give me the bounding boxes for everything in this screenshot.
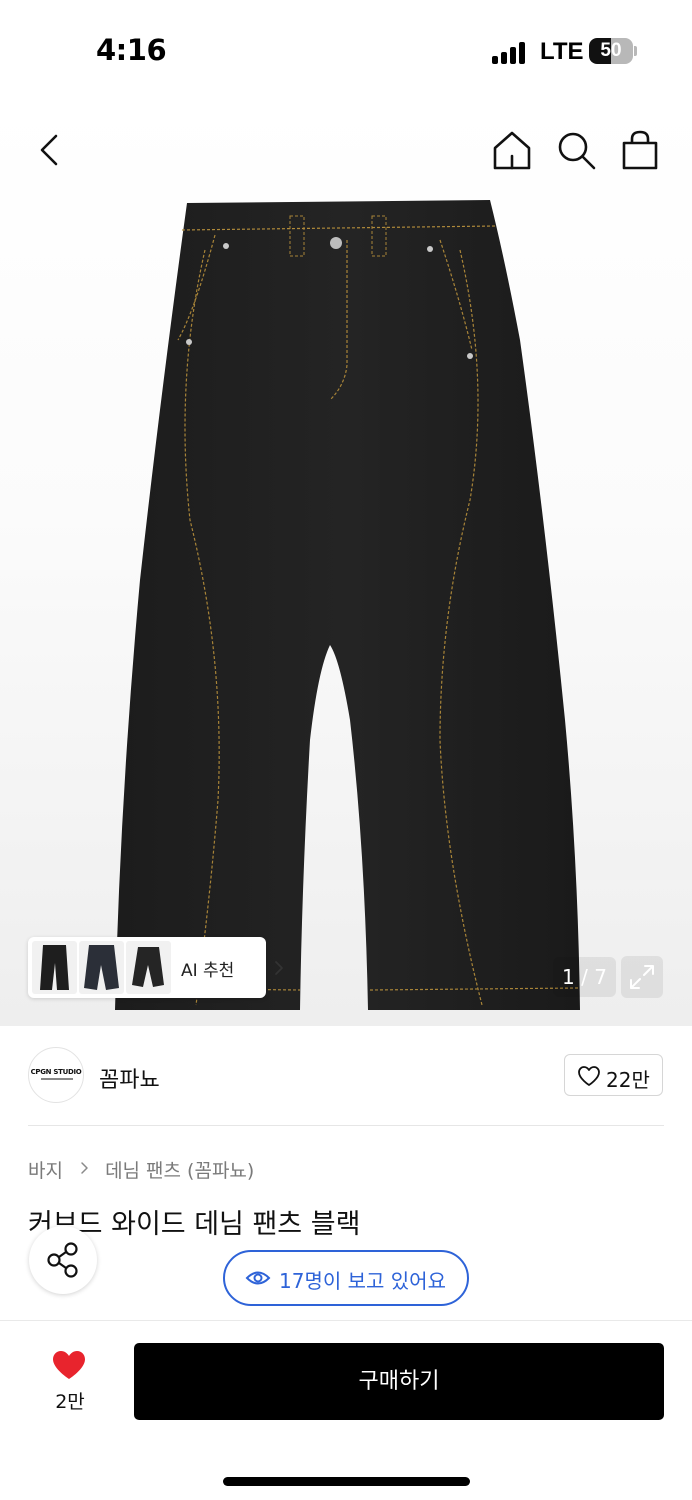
share-button[interactable] (29, 1226, 97, 1294)
shopping-bag-icon[interactable] (618, 128, 662, 172)
ai-thumbnail[interactable] (126, 941, 171, 994)
chevron-right-icon (275, 961, 283, 975)
ai-recommend-label: AI 추천 (181, 961, 235, 981)
viewers-text: 17명이 보고 있어요 (279, 1269, 446, 1293)
brand-logo-underline (41, 1078, 73, 1080)
ai-thumbnail[interactable] (32, 941, 77, 994)
expand-button[interactable] (621, 956, 663, 998)
chevron-right-icon (81, 1162, 88, 1174)
buy-button[interactable]: 구매하기 (134, 1343, 664, 1420)
viewers-badge: 17명이 보고 있어요 (223, 1250, 469, 1306)
bottom-action-bar: 2만 구매하기 (0, 1320, 692, 1500)
battery-percent: 50 (600, 40, 622, 61)
battery-icon: 50 (589, 38, 633, 64)
ai-recommend-card[interactable]: AI 추천 (28, 937, 283, 998)
expand-icon (630, 965, 654, 989)
status-bar: 4:16 LTE 50 (0, 0, 692, 100)
home-indicator (223, 1477, 470, 1486)
brand-logo-text: CPGN STUDIO (30, 1068, 82, 1076)
home-icon[interactable] (490, 128, 534, 172)
wishlist-button[interactable]: 2만 (40, 1345, 100, 1417)
wishlist-count: 2만 (55, 1391, 85, 1413)
heart-filled-icon (53, 1351, 85, 1379)
breadcrumb-item[interactable]: 데님 팬츠 (꼼파뇨) (105, 1156, 254, 1183)
divider (28, 1125, 664, 1126)
ai-thumbnail[interactable] (79, 941, 124, 994)
breadcrumb-item[interactable]: 바지 (28, 1156, 63, 1183)
brand-like-button[interactable]: 22만 (564, 1054, 663, 1096)
network-type: LTE (540, 38, 584, 65)
breadcrumb: 바지 데님 팬츠 (꼼파뇨) (28, 1156, 254, 1182)
eye-icon (245, 1271, 271, 1285)
heart-outline-icon (578, 1066, 600, 1086)
status-time: 4:16 (96, 33, 167, 67)
brand-logo[interactable]: CPGN STUDIO (28, 1047, 84, 1103)
search-icon[interactable] (554, 128, 598, 172)
brand-name[interactable]: 꼼파뇨 (99, 1062, 160, 1094)
product-image-carousel[interactable]: AI 추천 1 / 7 (0, 100, 692, 1026)
brand-row[interactable]: CPGN STUDIO 꼼파뇨 22만 (0, 1026, 692, 1126)
signal-icon (492, 40, 528, 64)
battery-nub (634, 46, 637, 56)
back-icon[interactable] (30, 130, 70, 170)
brand-like-count: 22만 (606, 1068, 650, 1092)
share-icon (47, 1242, 78, 1278)
product-image (115, 200, 580, 1010)
image-counter: 1 / 7 (553, 957, 616, 997)
